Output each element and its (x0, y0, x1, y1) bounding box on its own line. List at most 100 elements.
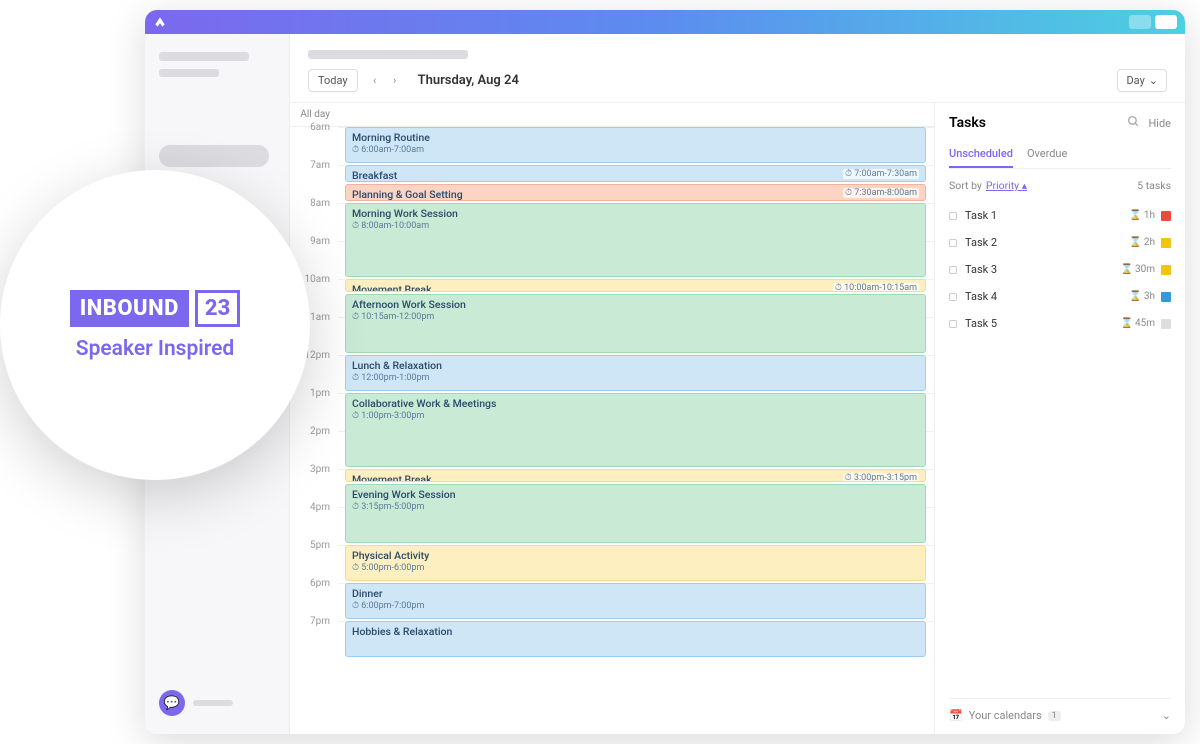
chat-icon: 💬 (159, 690, 185, 716)
hour-label: 8am (290, 198, 338, 236)
titlebar (145, 10, 1185, 34)
skeleton-line (159, 52, 249, 61)
event-title: Movement Break (352, 473, 919, 482)
tasks-title: Tasks (949, 115, 986, 131)
calendars-count: 1 (1048, 711, 1061, 721)
hour-label: 6pm (290, 578, 338, 616)
hide-button[interactable]: Hide (1148, 117, 1171, 130)
task-status-icon[interactable] (949, 320, 957, 328)
priority-flag-icon (1161, 265, 1171, 275)
calendar-grid: All day 6am7am8am9am10am11am12pm1pm2pm3p… (290, 103, 935, 734)
calendar-icon: 📅 (949, 709, 963, 722)
hourglass-icon: ⌛ (1121, 318, 1133, 329)
hour-label: 6am (290, 122, 338, 160)
task-status-icon[interactable] (949, 266, 957, 274)
search-icon[interactable] (1127, 115, 1140, 131)
next-day-button[interactable]: › (386, 72, 404, 90)
calendar-event[interactable]: Collaborative Work & Meetings⏱ 1:00pm-3:… (345, 393, 926, 467)
priority-flag-icon (1161, 292, 1171, 302)
current-date: Thursday, Aug 24 (418, 73, 519, 88)
event-title: Morning Routine (352, 131, 919, 144)
task-status-icon[interactable] (949, 239, 957, 247)
today-button[interactable]: Today (308, 69, 358, 92)
your-calendars-row[interactable]: 📅 Your calendars 1 ⌄ (949, 698, 1171, 722)
calendar-event[interactable]: Breakfast⏱ 7:00am-7:30am⏱ 7:00am-7:30am (345, 165, 926, 182)
priority-flag-icon (1161, 211, 1171, 221)
skeleton-line (159, 69, 219, 77)
event-time: ⏱ 6:00pm-7:00pm (352, 601, 919, 611)
calendar-event[interactable]: Morning Routine⏱ 6:00am-7:00am (345, 127, 926, 163)
task-count: 5 tasks (1137, 179, 1171, 192)
calendar-event[interactable]: Physical Activity⏱ 5:00pm-6:00pm (345, 545, 926, 581)
hour-label: 2pm (290, 426, 338, 464)
calendar-event[interactable]: Planning & Goal Setting⏱ 7:30am-8:00am (345, 184, 926, 201)
calendar-event[interactable]: Afternoon Work Session⏱ 10:15am-12:00pm (345, 294, 926, 353)
priority-flag-icon (1161, 319, 1171, 329)
allday-slot[interactable] (338, 103, 934, 126)
event-time: ⏱ 5:00pm-6:00pm (352, 563, 919, 573)
task-status-icon[interactable] (949, 293, 957, 301)
task-name: Task 2 (965, 236, 1129, 249)
calendar-event[interactable]: Dinner⏱ 6:00pm-7:00pm (345, 583, 926, 619)
calendar-event[interactable]: Lunch & Relaxation⏱ 12:00pm-1:00pm (345, 355, 926, 391)
hour-label: 3pm (290, 464, 338, 502)
sort-field[interactable]: Priority ▴ (986, 179, 1027, 192)
task-item[interactable]: Task 3 ⌛ 30m (949, 256, 1171, 283)
calendar-event[interactable]: Movement Break⏱ 3:00pm-3:15pm (345, 469, 926, 482)
task-status-icon[interactable] (949, 212, 957, 220)
event-title: Lunch & Relaxation (352, 359, 919, 372)
task-duration: 30m (1135, 264, 1155, 275)
tab-overdue[interactable]: Overdue (1027, 141, 1067, 168)
chevron-down-icon: ⌄ (1162, 709, 1171, 722)
skeleton-line (308, 50, 468, 59)
task-item[interactable]: Task 5 ⌛ 45m (949, 310, 1171, 337)
badge-subtitle: Speaker Inspired (76, 337, 234, 361)
event-time: ⏱ 6:00am-7:00am (352, 145, 919, 155)
event-time: ⏱ 7:00am-7:30am (843, 169, 919, 179)
view-label: Day (1126, 74, 1144, 87)
calendar-event[interactable]: Morning Work Session⏱ 8:00am-10:00am (345, 203, 926, 277)
window-maximize-button[interactable] (1155, 15, 1177, 29)
calendar-event[interactable]: Hobbies & Relaxation (345, 621, 926, 657)
calendar-toolbar: Today ‹ › Thursday, Aug 24 Day ⌄ (290, 59, 1185, 103)
chat-button[interactable]: 💬 (159, 690, 275, 716)
calendar-event[interactable]: Movement Break⏱ 10:00am-10:15am (345, 279, 926, 292)
calendar-event[interactable]: Evening Work Session⏱ 3:15pm-5:00pm (345, 484, 926, 543)
event-time: ⏱ 10:00am-10:15am (833, 283, 919, 292)
hour-label: 7am (290, 160, 338, 198)
event-time: ⏱ 7:30am-8:00am (843, 188, 919, 198)
badge-year: 23 (195, 290, 240, 327)
badge-brand: INBOUND (70, 290, 189, 327)
event-title: Afternoon Work Session (352, 298, 919, 311)
chevron-down-icon: ⌄ (1149, 74, 1158, 87)
event-time: ⏱ 8:00am-10:00am (352, 221, 919, 231)
task-item[interactable]: Task 1 ⌛ 1h (949, 202, 1171, 229)
task-item[interactable]: Task 4 ⌛ 3h (949, 283, 1171, 310)
window-minimize-button[interactable] (1129, 15, 1151, 29)
event-title: Hobbies & Relaxation (352, 625, 919, 638)
prev-day-button[interactable]: ‹ (366, 72, 384, 90)
hour-label: 5pm (290, 540, 338, 578)
skeleton-pill (159, 145, 269, 167)
event-title: Physical Activity (352, 549, 919, 562)
skeleton-line (193, 700, 233, 706)
event-time: ⏱ 3:00pm-3:15pm (843, 473, 919, 482)
task-duration: 45m (1135, 318, 1155, 329)
task-name: Task 1 (965, 209, 1129, 222)
tasks-panel: Tasks Hide Unscheduled Overdue Sort by P… (935, 103, 1185, 734)
task-name: Task 3 (965, 263, 1121, 276)
event-time: ⏱ 3:15pm-5:00pm (352, 502, 919, 512)
event-time: ⏱ 10:15am-12:00pm (352, 312, 919, 322)
calendars-label: Your calendars (969, 709, 1042, 722)
task-name: Task 4 (965, 290, 1129, 303)
task-name: Task 5 (965, 317, 1121, 330)
hour-label: 4pm (290, 502, 338, 540)
hourglass-icon: ⌛ (1129, 237, 1141, 248)
tab-unscheduled[interactable]: Unscheduled (949, 141, 1013, 168)
event-title: Planning & Goal Setting (352, 188, 919, 201)
task-item[interactable]: Task 2 ⌛ 2h (949, 229, 1171, 256)
task-duration: 1h (1144, 210, 1155, 221)
hourglass-icon: ⌛ (1129, 210, 1141, 221)
view-selector[interactable]: Day ⌄ (1117, 69, 1167, 92)
event-title: Breakfast (352, 169, 919, 182)
